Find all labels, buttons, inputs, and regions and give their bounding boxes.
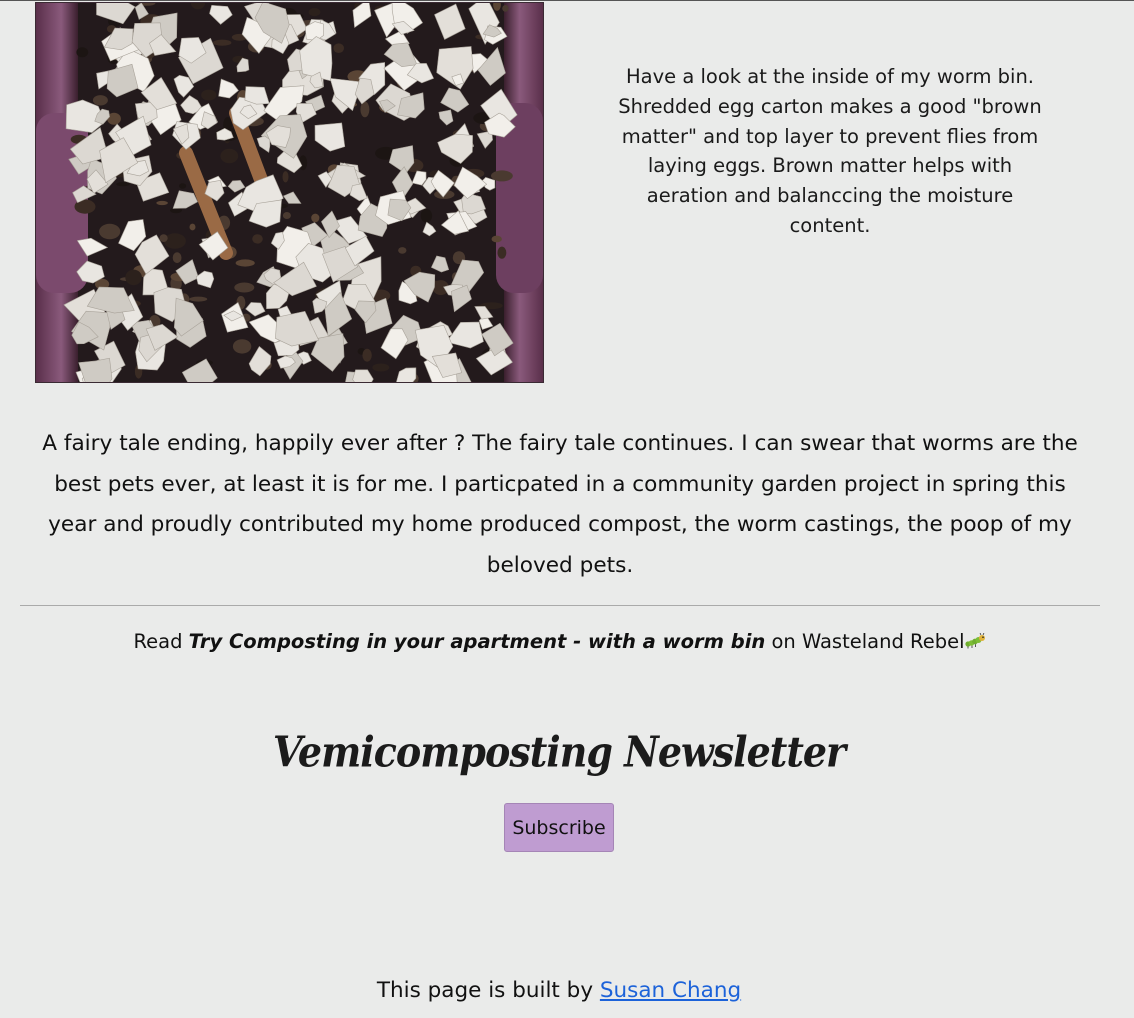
soil-clump: [502, 5, 509, 12]
soil-clump: [163, 233, 186, 249]
soil-clump: [92, 95, 108, 106]
soil-clump: [232, 339, 252, 354]
soil-clump: [189, 296, 208, 302]
caterpillar-icon: [964, 629, 985, 649]
soil-clump: [116, 182, 130, 187]
newsletter-heading: Vemicomposting Newsletter: [272, 726, 846, 777]
soil-clump: [497, 246, 507, 259]
read-prefix: Read: [133, 630, 189, 653]
article-title: Try Composting in your apartment - with …: [188, 630, 766, 653]
soil-clump: [282, 171, 289, 183]
soil-clump: [201, 89, 217, 101]
soil-clump: [235, 259, 255, 267]
section-divider: [20, 605, 1100, 606]
subscribe-button[interactable]: Subscribe: [504, 803, 614, 852]
soil-clump: [333, 43, 345, 53]
page-footer: This page is built by Susan Chang: [0, 976, 1118, 1006]
soil-clump: [252, 234, 263, 244]
author-link[interactable]: Susan Chang: [600, 978, 741, 1003]
photo-caption: Have a look at the inside of my worm bin…: [618, 65, 1042, 237]
soil-clump: [398, 247, 407, 254]
soil-clump: [189, 223, 196, 231]
soil-clump: [491, 170, 513, 182]
soil-clump: [372, 363, 390, 372]
soil-clump: [179, 183, 187, 189]
soil-clump: [156, 200, 168, 206]
soil-clump: [362, 348, 372, 362]
soil-clump: [76, 47, 89, 58]
soil-clump: [420, 208, 433, 223]
worm-bin-photo: [35, 2, 544, 383]
soil-clump: [99, 223, 121, 240]
soil-clump: [159, 234, 168, 243]
worm-bin-photo-graphic: [36, 3, 543, 382]
soil-clump: [311, 213, 320, 223]
soil-clump: [234, 282, 255, 293]
read-more-line: Read Try Composting in your apartment - …: [0, 628, 1118, 656]
story-paragraph: A fairy tale ending, happily ever after …: [42, 431, 1078, 578]
soil-clump: [220, 148, 239, 164]
footer-text: This page is built by: [376, 978, 600, 1003]
soil-clump: [213, 39, 232, 46]
top-border: [0, 0, 1134, 1]
read-suffix: on Wasteland Rebel: [765, 630, 965, 653]
soil-clump: [125, 269, 142, 286]
soil-clump: [491, 235, 502, 243]
soil-clump: [172, 252, 182, 264]
soil-clump: [308, 8, 321, 17]
soil-clump: [282, 212, 291, 219]
